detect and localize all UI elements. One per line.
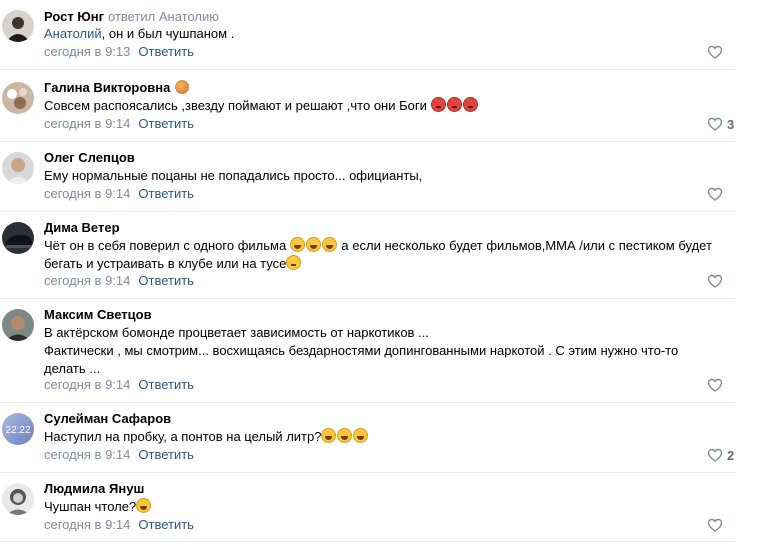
- comment-text: Ему нормальные поцаны не попадались прос…: [44, 168, 423, 183]
- like-count: 2: [727, 447, 735, 463]
- comment-text: Чёт он в себя поверил с одного фильма а …: [44, 237, 724, 273]
- divider: [0, 141, 735, 142]
- reply-button[interactable]: Ответить: [138, 517, 194, 532]
- laughing-emoji-icon: [321, 237, 337, 252]
- reply-button[interactable]: Ответить: [138, 447, 194, 462]
- comment-time[interactable]: сегодня в 9:14: [44, 116, 130, 131]
- author-name[interactable]: Рост Юнг: [44, 9, 104, 24]
- heart-icon: [707, 187, 723, 201]
- like-button[interactable]: 2: [707, 447, 734, 463]
- comment-time[interactable]: сегодня в 9:13: [44, 44, 130, 59]
- avatar[interactable]: 22:22: [2, 413, 34, 445]
- reply-button[interactable]: Ответить: [138, 186, 194, 201]
- heart-icon: [707, 45, 723, 59]
- comment-text: Совсем распоясались ,звезду поймают и ре…: [44, 97, 724, 115]
- avatar[interactable]: [2, 10, 34, 42]
- like-button[interactable]: [707, 273, 723, 289]
- reply-button[interactable]: Ответить: [138, 44, 194, 59]
- laughing-emoji-icon: [321, 428, 337, 443]
- avatar-text: 22:22: [5, 425, 30, 436]
- like-button[interactable]: [707, 517, 723, 533]
- comment-time[interactable]: сегодня в 9:14: [44, 377, 130, 392]
- like-button[interactable]: [707, 186, 723, 202]
- reply-note[interactable]: ответил Анатолию: [108, 9, 219, 24]
- angry-emoji-icon: [446, 97, 462, 112]
- author-name[interactable]: Дима Ветер: [44, 220, 120, 235]
- comment-text-line: а если несколько будет фильмов,ММА /или …: [337, 238, 712, 253]
- laughing-emoji-icon: [353, 428, 369, 443]
- comment-text-line: делать ...: [44, 361, 101, 376]
- comment-text-body: Чушпан чтоле?: [44, 499, 137, 514]
- mention-link[interactable]: Анатолий: [44, 26, 102, 41]
- comment-text-line: бегать и устраивать в клубе или на тусе: [44, 256, 287, 271]
- comment-time[interactable]: сегодня в 9:14: [44, 517, 130, 532]
- heart-icon: [707, 448, 723, 462]
- comment-text: В актёрском бомонде процветает зависимос…: [44, 324, 724, 378]
- comment-text: Наступил на пробку, а понтов на целый ли…: [44, 428, 724, 446]
- reply-button[interactable]: Ответить: [138, 273, 194, 288]
- comment-meta: сегодня в 9:14 Ответить: [44, 377, 194, 392]
- comment-text: Анатолий, он и был чушпаном .: [44, 25, 724, 43]
- comment-header: Галина Викторовна: [44, 80, 190, 95]
- comment-text-line: Чёт он в себя поверил с одного фильма: [44, 238, 287, 253]
- author-name[interactable]: Галина Викторовна: [44, 80, 170, 95]
- avatar[interactable]: [2, 483, 34, 515]
- avatar[interactable]: [2, 222, 34, 254]
- divider: [0, 298, 735, 299]
- author-name[interactable]: Олег Слепцов: [44, 150, 135, 165]
- reply-button[interactable]: Ответить: [138, 377, 194, 392]
- comment-time[interactable]: сегодня в 9:14: [44, 447, 130, 462]
- comment-time[interactable]: сегодня в 9:14: [44, 273, 130, 288]
- like-button[interactable]: [707, 377, 723, 393]
- author-name[interactable]: Людмила Януш: [44, 481, 144, 496]
- avatar[interactable]: [2, 309, 34, 341]
- comment-time[interactable]: сегодня в 9:14: [44, 186, 130, 201]
- author-name[interactable]: Сулейман Сафаров: [44, 411, 171, 426]
- laughing-emoji-icon: [136, 498, 152, 513]
- heart-icon: [707, 378, 723, 392]
- like-button[interactable]: [707, 44, 727, 60]
- comment-meta: сегодня в 9:14 Ответить: [44, 186, 194, 201]
- laughing-emoji-icon: [305, 237, 321, 252]
- comment-meta: сегодня в 9:13 Ответить: [44, 44, 194, 59]
- divider: [0, 472, 735, 473]
- like-count: 3: [727, 116, 735, 132]
- angry-emoji-icon: [462, 97, 478, 112]
- like-button[interactable]: 3: [707, 116, 734, 132]
- comment-text-body: Наступил на пробку, а понтов на целый ли…: [44, 429, 322, 444]
- avatar[interactable]: [2, 152, 34, 184]
- divider: [0, 69, 735, 70]
- comment-meta: сегодня в 9:14 Ответить: [44, 273, 194, 288]
- laughing-emoji-icon: [289, 237, 305, 252]
- reply-button[interactable]: Ответить: [138, 116, 194, 131]
- divider: [0, 211, 735, 212]
- comment-text-body: , он и был чушпаном .: [101, 26, 235, 41]
- planet-emoji-icon: [175, 80, 190, 94]
- laughing-emoji-icon: [337, 428, 353, 443]
- comment-text-body: Совсем распоясались ,звезду поймают и ре…: [44, 98, 427, 113]
- comment-header: Рост Юнг ответил Анатолию: [44, 9, 219, 24]
- thinking-emoji-icon: [286, 255, 302, 270]
- heart-icon: [707, 274, 723, 288]
- heart-icon: [707, 518, 723, 532]
- comment-text-line: В актёрском бомонде процветает зависимос…: [44, 325, 429, 340]
- comment-meta: сегодня в 9:14 Ответить: [44, 517, 194, 532]
- comment-meta: сегодня в 9:14 Ответить: [44, 447, 194, 462]
- comment-text: Чушпан чтоле?: [44, 498, 724, 516]
- heart-icon: [707, 117, 723, 131]
- divider: [0, 402, 735, 403]
- author-name[interactable]: Максим Светцов: [44, 307, 152, 322]
- comment-meta: сегодня в 9:14 Ответить: [44, 116, 194, 131]
- avatar[interactable]: [2, 82, 34, 114]
- divider: [0, 541, 735, 542]
- angry-emoji-icon: [430, 97, 446, 112]
- comment-text-line: Фактически , мы смотрим... восхищаясь бе…: [44, 343, 679, 358]
